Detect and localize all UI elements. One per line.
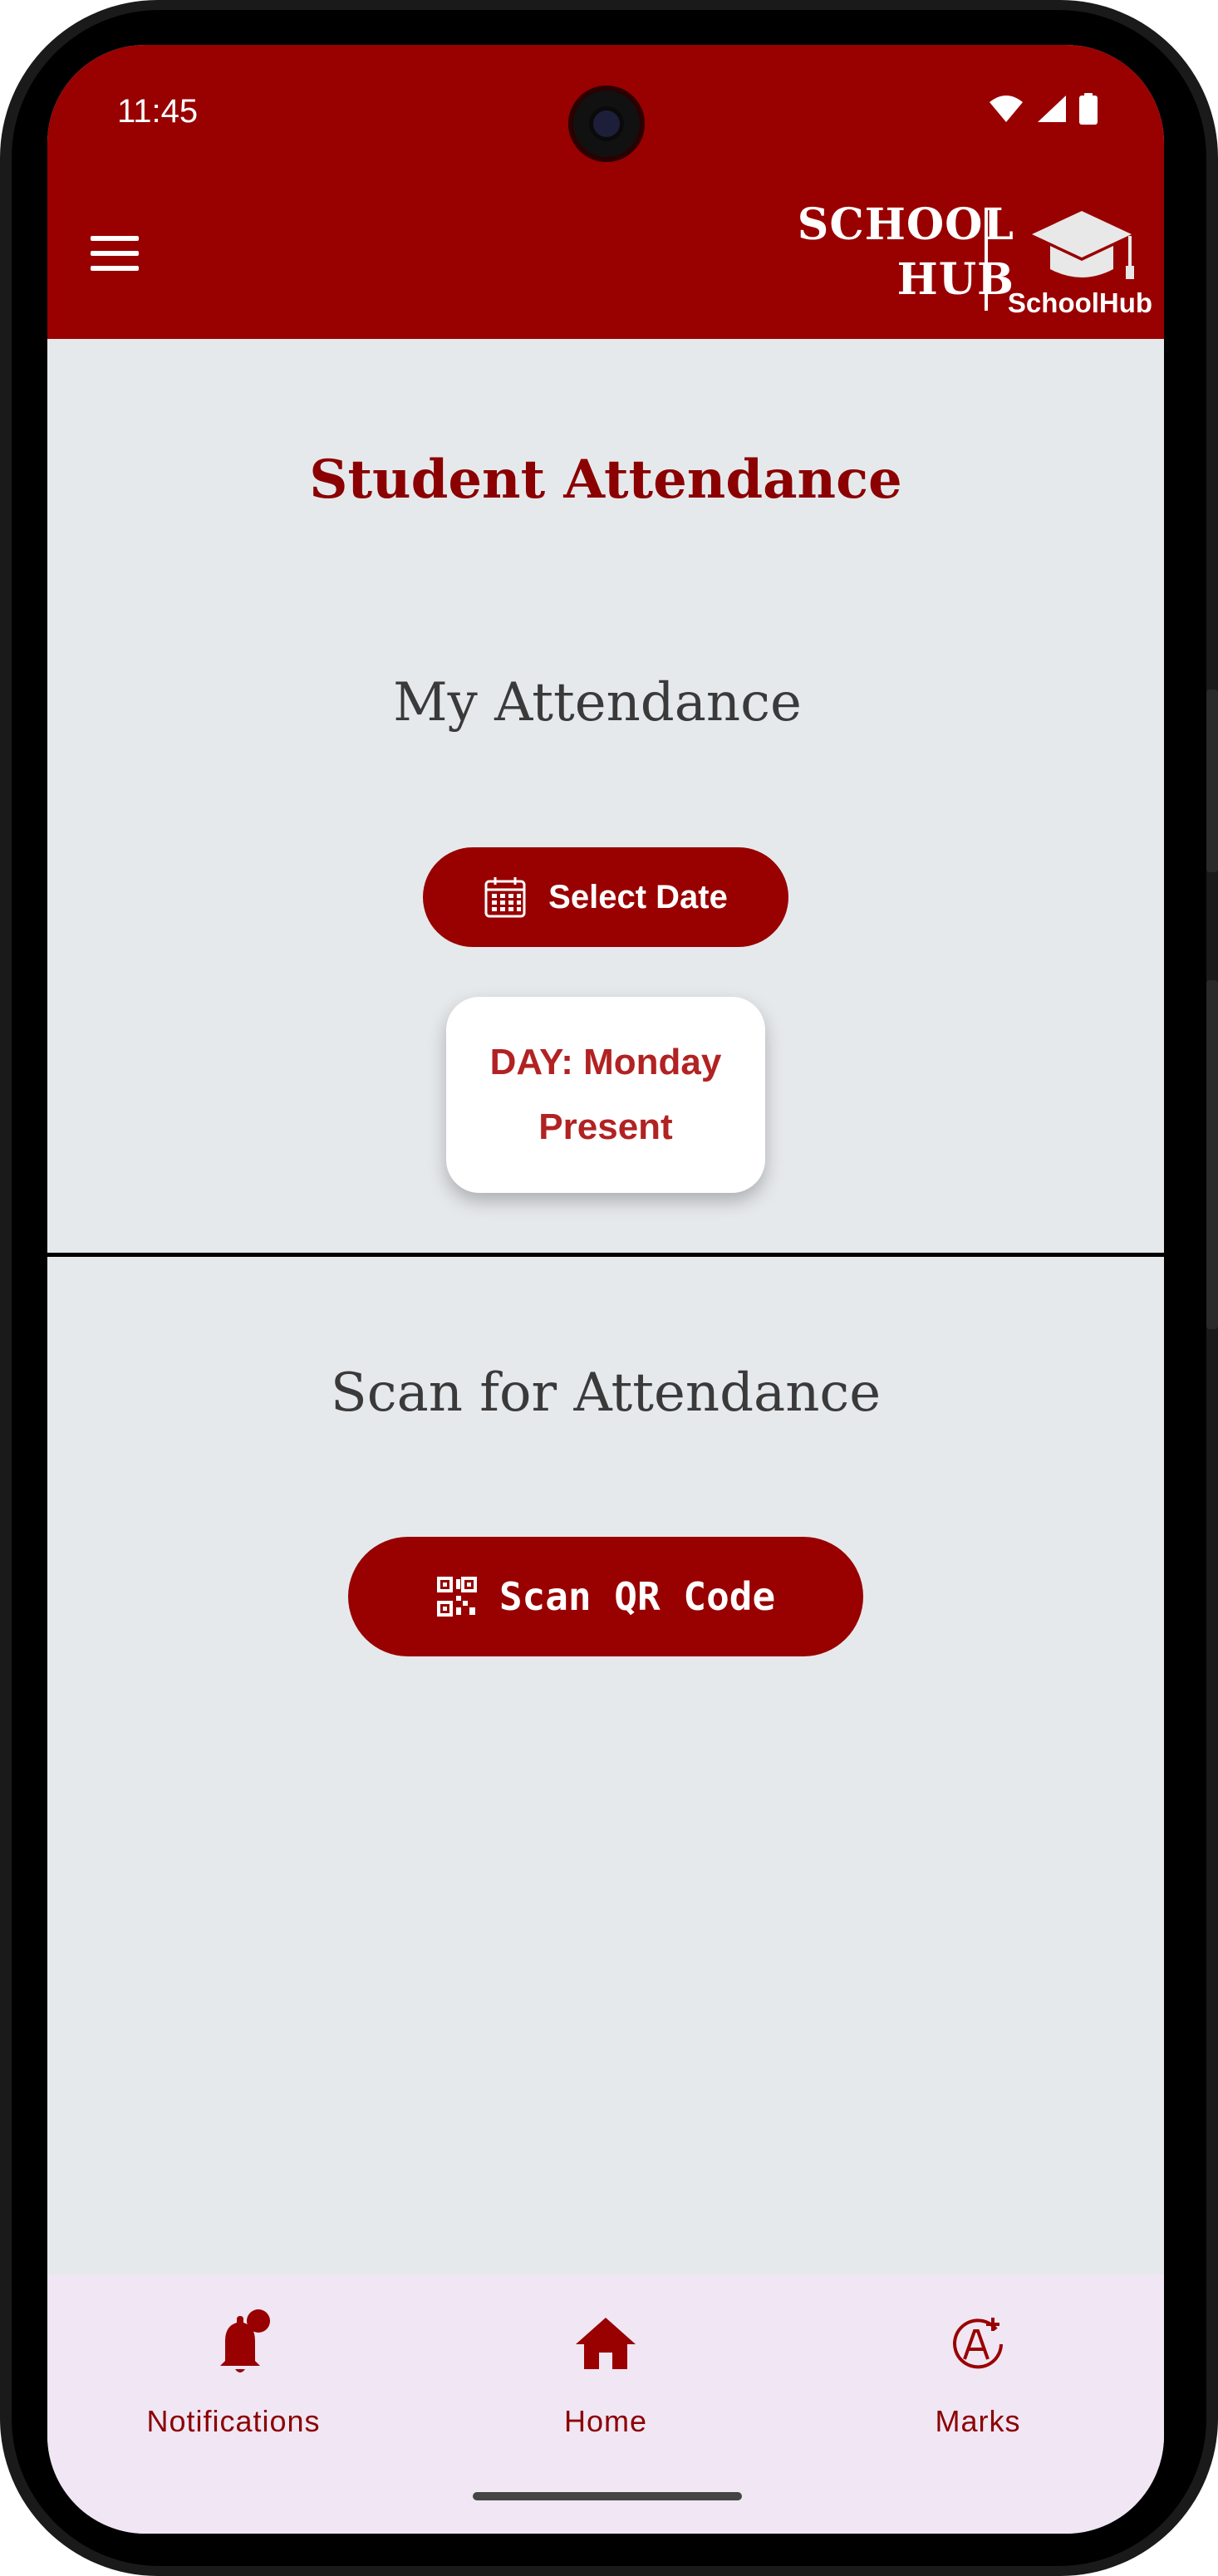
brand-divider: [985, 208, 988, 311]
front-camera: [568, 86, 645, 162]
my-attendance-heading: My Attendance: [393, 672, 802, 734]
app-screen: 11:45 SCHOOL HUB SchoolHub Student Atten…: [47, 45, 1164, 2534]
power-button: [1206, 980, 1218, 1329]
attendance-status: Present: [538, 1106, 673, 1147]
menu-icon-bar: [91, 266, 139, 271]
home-icon: [576, 2318, 636, 2369]
select-date-button[interactable]: Select Date: [423, 847, 788, 947]
brand-line-1: SCHOOL: [797, 199, 1014, 250]
wifi-icon: [990, 96, 1023, 122]
day-text: DAY: Monday: [489, 1042, 722, 1082]
section-divider: [47, 1253, 1164, 1257]
status-icons: [988, 93, 1098, 125]
volume-button: [1206, 689, 1218, 872]
menu-icon-bar: [91, 251, 139, 256]
menu-button[interactable]: [91, 236, 144, 276]
gesture-home-indicator[interactable]: [473, 2492, 742, 2500]
brand-line-2: HUB: [896, 254, 1014, 305]
nav-marks[interactable]: Marks: [792, 2274, 1164, 2457]
nav-home[interactable]: Home: [420, 2274, 792, 2457]
battery-icon: [1079, 93, 1098, 125]
bell-badge-icon: [220, 2309, 270, 2372]
brand-wordmark: SCHOOL HUB: [765, 198, 1014, 307]
cell-signal-icon: [1038, 96, 1066, 122]
scan-qr-button[interactable]: Scan QR Code: [348, 1537, 863, 1656]
camera-lens: [593, 110, 620, 137]
scan-heading: Scan for Attendance: [330, 1362, 882, 1424]
nav-label-notifications: Notifications: [146, 2404, 321, 2438]
page-title: Student Attendance: [309, 449, 902, 511]
status-time: 11:45: [117, 93, 199, 130]
menu-icon-bar: [91, 236, 139, 241]
scan-qr-label: Scan QR Code: [498, 1574, 776, 1619]
nav-label-marks: Marks: [935, 2404, 1021, 2438]
attendance-result-card: DAY: Monday Present: [446, 997, 765, 1193]
app-bar: 11:45 SCHOOL HUB SchoolHub: [47, 45, 1164, 339]
qr-code-icon: [436, 1577, 477, 1617]
select-date-label: Select Date: [548, 878, 728, 915]
nav-notifications[interactable]: Notifications: [47, 2274, 420, 2457]
calendar-icon: [484, 877, 526, 918]
logo-label: SchoolHub: [1007, 287, 1153, 318]
nav-label-home: Home: [563, 2404, 648, 2438]
grade-a-plus-icon: [953, 2318, 1003, 2369]
